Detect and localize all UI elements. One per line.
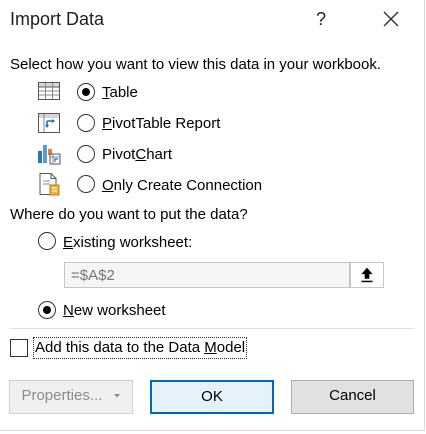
dialog-title: Import Data bbox=[10, 9, 105, 29]
collapse-dialog-icon[interactable] bbox=[350, 262, 384, 288]
ok-button[interactable]: OK bbox=[150, 380, 274, 414]
radio-pivottable[interactable] bbox=[77, 114, 95, 132]
pivotchart-icon bbox=[38, 145, 61, 165]
location-prompt: Where do you want to put the data? bbox=[10, 206, 248, 223]
data-model-label[interactable]: Add this data to the Data Model bbox=[32, 337, 248, 359]
pivottable-icon bbox=[38, 113, 60, 133]
table-icon bbox=[38, 82, 60, 100]
option-table-label[interactable]: Table bbox=[102, 84, 138, 101]
dropdown-arrow-icon bbox=[113, 394, 120, 398]
existing-worksheet-label[interactable]: Existing worksheet: bbox=[63, 234, 192, 251]
radio-pivotchart[interactable] bbox=[77, 145, 95, 163]
help-button[interactable]: ? bbox=[308, 6, 334, 32]
radio-existing-worksheet[interactable] bbox=[38, 232, 56, 250]
import-data-dialog: Import Data ? Select how you want to vie… bbox=[0, 0, 425, 431]
connection-icon bbox=[39, 173, 60, 196]
option-pivottable-label[interactable]: PivotTable Report bbox=[102, 115, 220, 132]
radio-only-connection[interactable] bbox=[77, 175, 95, 193]
radio-table[interactable] bbox=[77, 83, 95, 101]
separator bbox=[10, 328, 414, 329]
properties-button[interactable]: Properties... bbox=[9, 380, 133, 414]
data-model-checkbox[interactable] bbox=[10, 339, 28, 357]
view-prompt: Select how you want to view this data in… bbox=[10, 56, 382, 73]
radio-new-worksheet[interactable] bbox=[38, 301, 56, 319]
close-icon[interactable] bbox=[376, 5, 406, 33]
option-pivotchart-label[interactable]: PivotChart bbox=[102, 146, 172, 163]
cancel-button[interactable]: Cancel bbox=[291, 380, 414, 414]
cell-reference-input[interactable]: =$A$2 bbox=[64, 262, 350, 288]
new-worksheet-label[interactable]: New worksheet bbox=[63, 302, 166, 319]
option-connection-label[interactable]: Only Create Connection bbox=[102, 177, 262, 194]
